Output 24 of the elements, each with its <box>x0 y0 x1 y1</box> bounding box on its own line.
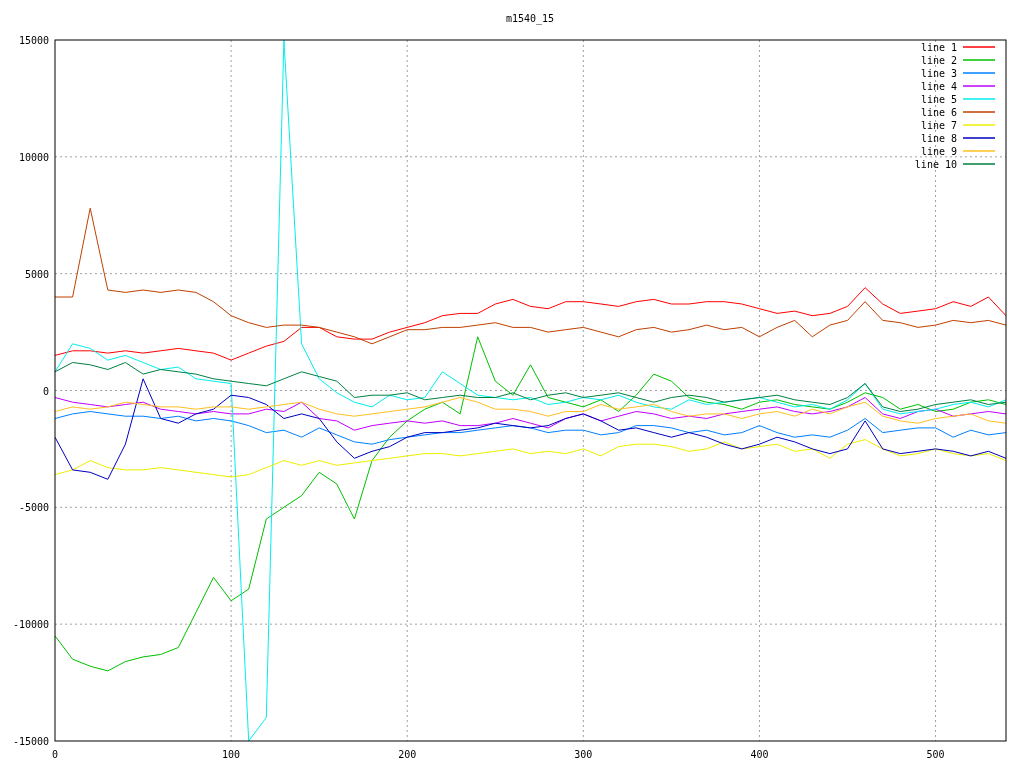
axis-tick-label: 0 <box>52 749 58 760</box>
legend-label: line 1 <box>920 42 957 53</box>
legend-label: line 8 <box>920 133 957 144</box>
chart-title: m1540_15 <box>505 13 555 24</box>
legend-label: line 4 <box>920 81 957 92</box>
legend-label: line 10 <box>914 159 957 170</box>
axis-tick-label: 100 <box>222 749 241 760</box>
axis-tick-label: 300 <box>574 749 593 760</box>
axis-tick-label: 200 <box>398 749 417 760</box>
axis-tick-label: 0 <box>42 385 49 397</box>
legend-label: line 6 <box>920 107 957 118</box>
axis-tick-label: 400 <box>750 749 769 760</box>
axis-tick-label: -5000 <box>18 502 49 514</box>
axis-tick-label: 15000 <box>18 35 49 46</box>
axis-tick-label: -15000 <box>12 736 49 747</box>
legend-label: line 7 <box>920 120 957 131</box>
legend-label: line 2 <box>920 55 957 66</box>
legend-label: line 3 <box>920 68 957 79</box>
axis-tick-label: -10000 <box>12 619 49 631</box>
axis-tick-label: 5000 <box>24 268 49 280</box>
legend-label: line 9 <box>920 146 957 157</box>
axis-tick-label: 10000 <box>18 151 49 163</box>
legend-label: line 5 <box>920 94 957 105</box>
axis-tick-label: 500 <box>926 749 945 760</box>
